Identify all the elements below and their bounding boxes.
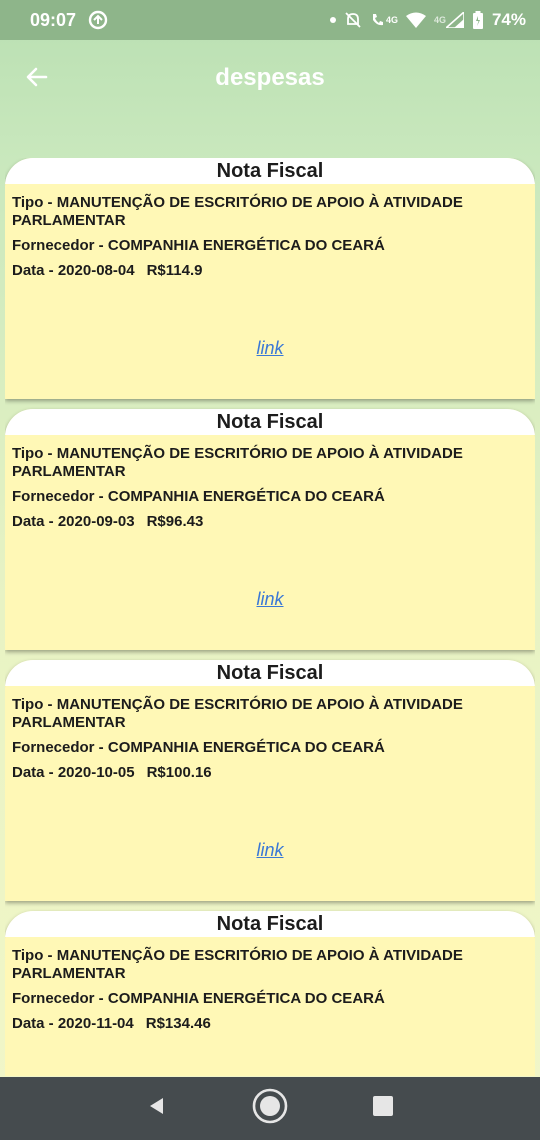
data-row: Data - 2020-10-05 R$100.16 xyxy=(12,764,528,782)
invoice-link[interactable]: link xyxy=(5,840,535,861)
nav-home-button[interactable] xyxy=(250,1087,290,1130)
invoice-link[interactable]: link xyxy=(5,589,535,610)
mute-bell-icon xyxy=(344,11,362,29)
tipo-value: MANUTENÇÃO DE ESCRITÓRIO DE APOIO À ATIV… xyxy=(12,194,463,229)
status-bar: 09:07 4G 4G 74% xyxy=(0,0,540,40)
fornecedor-value: COMPANHIA ENERGÉTICA DO CEARÁ xyxy=(107,237,385,254)
tipo-value: MANUTENÇÃO DE ESCRITÓRIO DE APOIO À ATIV… xyxy=(12,445,463,480)
nav-recents-button[interactable] xyxy=(363,1089,403,1129)
data-value: 2020-09-03 xyxy=(57,513,135,530)
valor-value: R$134.46 xyxy=(145,1015,211,1032)
circle-home-icon xyxy=(251,1087,289,1130)
tipo-value: MANUTENÇÃO DE ESCRITÓRIO DE APOIO À ATIV… xyxy=(12,696,463,731)
data-value: 2020-11-04 xyxy=(57,1015,134,1032)
page-title: despesas xyxy=(215,64,325,91)
network-label-2: 4G xyxy=(433,15,446,25)
valor-value: R$96.43 xyxy=(146,513,204,530)
battery-icon xyxy=(472,11,484,29)
fornecedor-value: COMPANHIA ENERGÉTICA DO CEARÁ xyxy=(107,990,385,1007)
fornecedor-value: COMPANHIA ENERGÉTICA DO CEARÁ xyxy=(107,488,385,505)
sync-icon xyxy=(88,10,108,30)
card-header: Nota Fiscal xyxy=(5,409,535,435)
data-row: Data - 2020-11-04 R$134.46 xyxy=(12,1015,528,1033)
fornecedor-value: COMPANHIA ENERGÉTICA DO CEARÁ xyxy=(107,739,385,756)
data-row: Data - 2020-08-04 R$114.9 xyxy=(12,262,528,280)
data-value: 2020-10-05 xyxy=(57,764,135,781)
tipo-label: Tipo - xyxy=(12,194,57,211)
data-row: Data - 2020-09-03 R$96.43 xyxy=(12,513,528,531)
fornecedor-row: Fornecedor - COMPANHIA ENERGÉTICA DO CEA… xyxy=(12,739,528,757)
tipo-label: Tipo - xyxy=(12,947,57,964)
tipo-row: Tipo - MANUTENÇÃO DE ESCRITÓRIO DE APOIO… xyxy=(12,445,528,481)
data-label: Data - xyxy=(12,1015,58,1032)
network-label-1: 4G xyxy=(385,15,398,25)
valor-value: R$100.16 xyxy=(146,764,212,781)
signal-icon: 4G xyxy=(434,12,464,28)
fornecedor-label: Fornecedor - xyxy=(12,237,108,254)
card-header: Nota Fiscal xyxy=(5,660,535,686)
data-value: 2020-08-04 xyxy=(57,262,135,279)
tipo-label: Tipo - xyxy=(12,445,57,462)
card-header: Nota Fiscal xyxy=(5,911,535,937)
expense-card: Nota Fiscal Tipo - MANUTENÇÃO DE ESCRITÓ… xyxy=(5,911,535,1076)
tipo-label: Tipo - xyxy=(12,696,57,713)
fornecedor-label: Fornecedor - xyxy=(12,739,108,756)
invoice-link[interactable]: link xyxy=(5,338,535,359)
tipo-value: MANUTENÇÃO DE ESCRITÓRIO DE APOIO À ATIV… xyxy=(12,947,463,982)
fornecedor-row: Fornecedor - COMPANHIA ENERGÉTICA DO CEA… xyxy=(12,488,528,506)
expense-card: Nota Fiscal Tipo - MANUTENÇÃO DE ESCRITÓ… xyxy=(5,660,535,901)
expense-list[interactable]: Nota Fiscal Tipo - MANUTENÇÃO DE ESCRITÓ… xyxy=(5,158,535,1076)
fornecedor-row: Fornecedor - COMPANHIA ENERGÉTICA DO CEA… xyxy=(12,990,528,1008)
square-recents-icon xyxy=(372,1095,394,1122)
system-nav-bar xyxy=(0,1077,540,1140)
tipo-row: Tipo - MANUTENÇÃO DE ESCRITÓRIO DE APOIO… xyxy=(12,696,528,732)
card-header: Nota Fiscal xyxy=(5,158,535,184)
valor-value: R$114.9 xyxy=(146,262,203,279)
data-label: Data - xyxy=(12,262,58,279)
data-label: Data - xyxy=(12,513,58,530)
status-time: 09:07 xyxy=(30,9,77,30)
expense-card: Nota Fiscal Tipo - MANUTENÇÃO DE ESCRITÓ… xyxy=(5,409,535,650)
fornecedor-row: Fornecedor - COMPANHIA ENERGÉTICA DO CEA… xyxy=(12,237,528,255)
fornecedor-label: Fornecedor - xyxy=(12,488,108,505)
battery-percent: 74% xyxy=(491,10,526,29)
fornecedor-label: Fornecedor - xyxy=(12,990,108,1007)
triangle-back-icon xyxy=(147,1096,167,1121)
volte-call-icon: 4G xyxy=(370,12,398,28)
dot-icon xyxy=(329,17,336,23)
tipo-row: Tipo - MANUTENÇÃO DE ESCRITÓRIO DE APOIO… xyxy=(12,947,528,983)
wifi-icon xyxy=(405,12,426,28)
tipo-row: Tipo - MANUTENÇÃO DE ESCRITÓRIO DE APOIO… xyxy=(12,194,528,230)
expense-card: Nota Fiscal Tipo - MANUTENÇÃO DE ESCRITÓ… xyxy=(5,158,535,399)
app-bar: despesas xyxy=(0,40,540,118)
data-label: Data - xyxy=(12,764,58,781)
nav-back-button[interactable] xyxy=(137,1089,177,1129)
